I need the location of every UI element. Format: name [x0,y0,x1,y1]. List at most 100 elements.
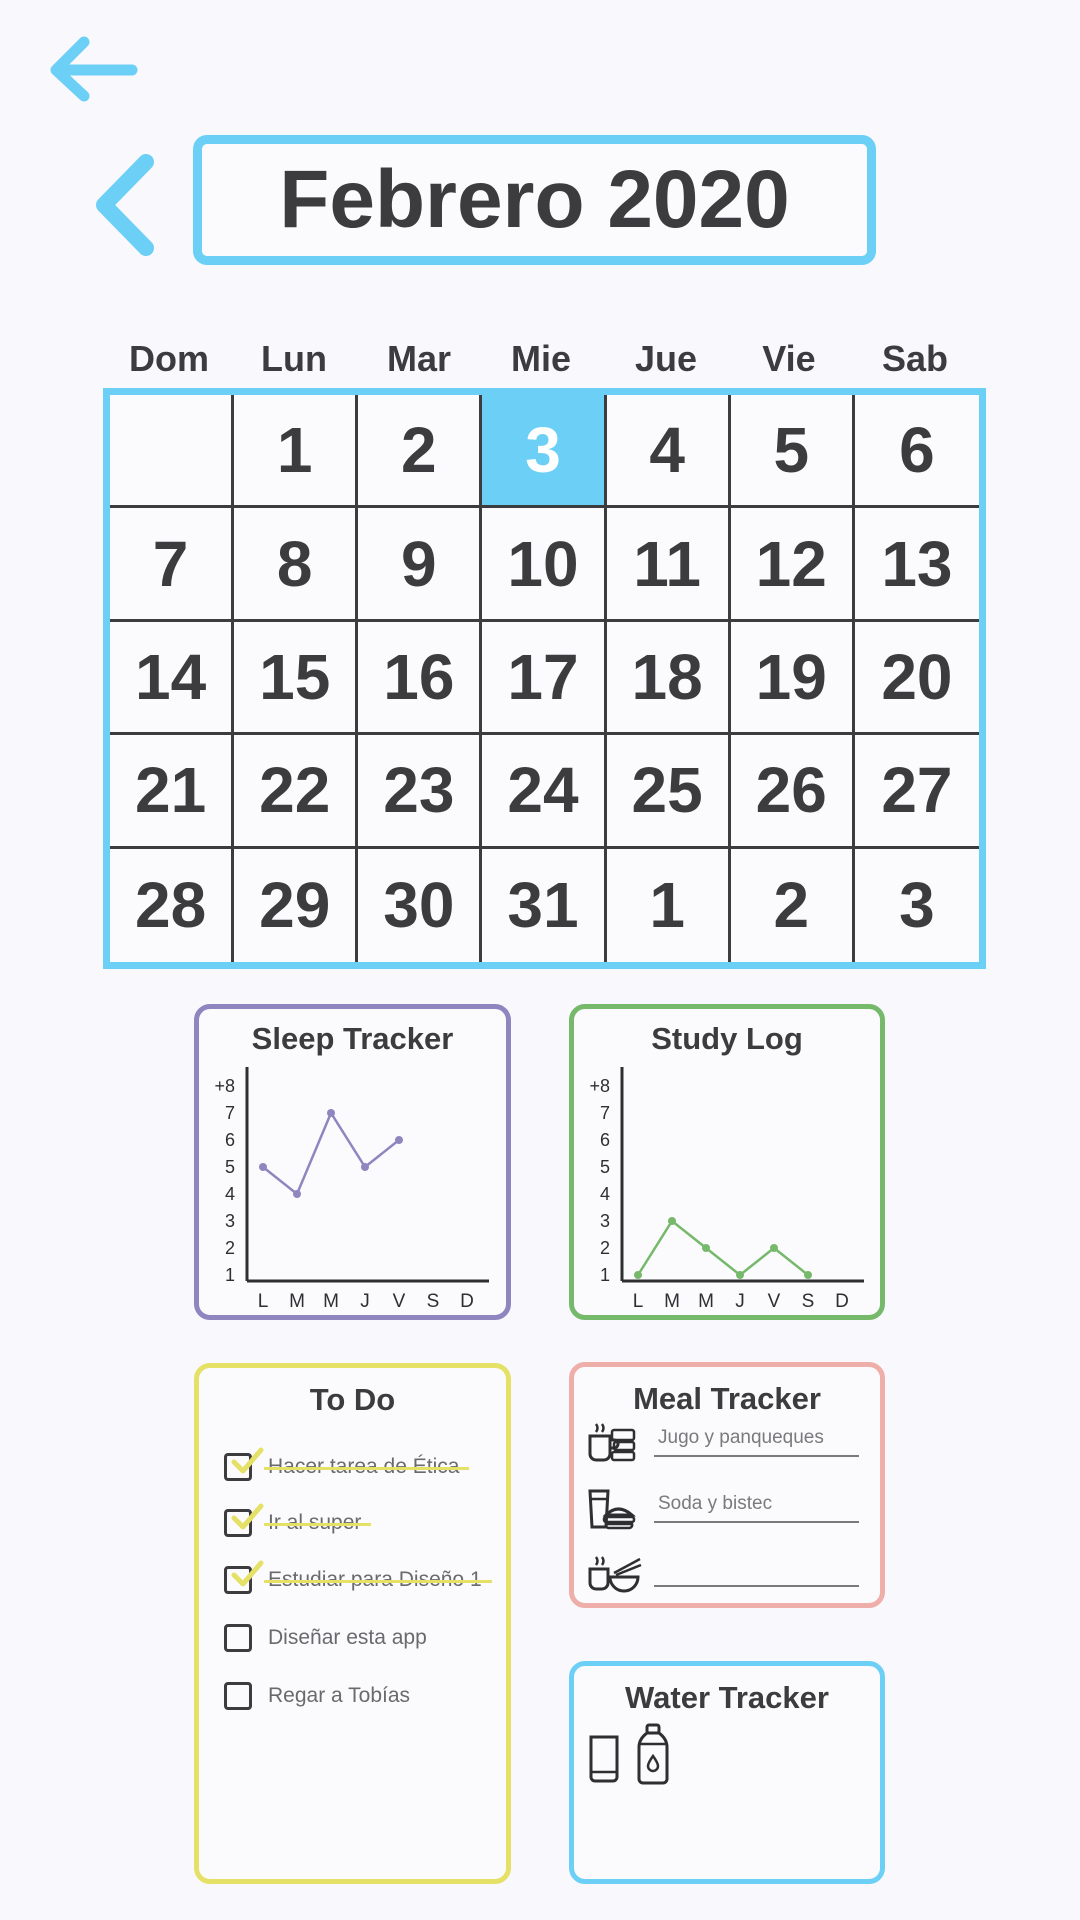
month-title: Febrero 2020 [279,154,790,245]
day-cell-selected[interactable]: 3 [482,395,607,509]
chevron-left-icon [96,154,154,256]
day-cell[interactable]: 11 [606,508,731,622]
day-cell[interactable]: 4 [606,395,731,509]
day-cell[interactable]: 21 [110,735,235,849]
calendar-grid: 1 2 3 4 5 6 7 8 9 10 11 12 13 14 15 16 1… [103,388,986,969]
checkbox-checked[interactable] [224,1447,264,1481]
day-cell[interactable]: 10 [482,508,607,622]
lunch-icon [588,1489,636,1530]
checkmark-icon [231,1560,264,1587]
day-cell[interactable]: 29 [234,848,359,962]
checkmark-icon [231,1503,264,1530]
back-arrow-icon [50,36,138,102]
day-cell[interactable]: 8 [234,508,359,622]
sleep-chart-data-point [293,1190,301,1198]
day-cell[interactable]: 13 [854,508,979,622]
previous-month-button[interactable] [92,150,162,260]
sleep-chart-y-tick-label: 2 [225,1238,235,1258]
sleep-chart-data-point [395,1136,403,1144]
checkmark-icon [231,1447,264,1474]
day-cell[interactable]: 17 [482,621,607,736]
dinner-icon [588,1556,642,1593]
day-cell[interactable]: 16 [358,621,483,736]
sleep-chart-x-tick-label: L [258,1291,269,1312]
month-title-box: Febrero 2020 [193,135,876,265]
todo-card: To Do Hacer tarea de Ética Ir al super E… [194,1363,511,1884]
todo-item[interactable]: Estudiar para Diseño 1 [224,1560,492,1597]
checkbox-unchecked[interactable] [224,1624,252,1652]
day-cell[interactable]: 20 [854,622,979,736]
back-button[interactable] [44,34,140,104]
study-chart-data-point [770,1244,778,1252]
day-cell[interactable]: 9 [358,508,483,622]
day-cell-empty [110,395,235,509]
day-cell[interactable]: 1 [234,395,359,509]
todo-item-label: Regar a Tobías [268,1684,411,1707]
sleep-chart-y-tick-label: 7 [225,1103,235,1123]
meal-tracker-title: Meal Tracker [633,1381,821,1416]
bottle-icon[interactable] [636,1722,670,1786]
study-chart-x-tick-label: M [664,1291,680,1312]
water-tracker-title: Water Tracker [625,1680,829,1715]
study-log-card[interactable]: Study Log 1 2 3 4 5 6 7 +8 L M M J V S D [569,1004,885,1320]
todo-item-label: Estudiar para Diseño 1 [264,1568,492,1591]
breakfast-input[interactable]: Jugo y panqueques [654,1427,859,1457]
day-cell[interactable]: 24 [482,735,607,849]
day-cell[interactable]: 27 [854,735,979,849]
glass-icon[interactable] [588,1734,620,1784]
day-cell[interactable]: 14 [110,621,235,736]
sleep-chart-y-tick-label: 5 [225,1157,235,1177]
day-cell[interactable]: 5 [730,395,855,509]
todo-item[interactable]: Regar a Tobías [224,1679,410,1713]
breakfast-icon [588,1423,636,1462]
todo-item[interactable]: Ir al super [224,1503,372,1540]
study-chart-data-point [668,1217,676,1225]
study-chart-y-tick-label: 5 [600,1157,610,1177]
sleep-chart-series-line [262,1110,400,1197]
checkbox-checked[interactable] [224,1503,264,1537]
todo-title: To Do [309,1382,396,1417]
study-chart-y-tick-label: 2 [600,1238,610,1258]
study-chart-series-line [636,1219,809,1277]
sleep-tracker-card[interactable]: Sleep Tracker 1 2 3 4 5 6 7 +8 L M M J V S D [194,1004,511,1320]
day-cell-next-month[interactable]: 2 [731,848,855,962]
lunch-input[interactable]: Soda y bistec [654,1493,859,1523]
weekday-label: Dom [129,338,209,379]
checkbox-checked[interactable] [224,1560,264,1594]
study-chart-y-tick-label: 3 [600,1211,610,1231]
day-cell[interactable]: 7 [110,508,235,622]
sleep-chart-data-point [361,1163,369,1171]
dinner-input[interactable] [654,1557,859,1587]
day-cell[interactable]: 26 [730,735,855,849]
day-cell[interactable]: 31 [482,848,607,962]
day-cell[interactable]: 23 [358,735,483,849]
day-cell[interactable]: 6 [854,395,979,509]
day-cell-next-month[interactable]: 1 [607,848,731,962]
study-chart-x-tick-label: L [633,1291,644,1312]
sleep-chart-x-tick-label: J [360,1291,370,1312]
study-chart-x-tick-label: D [835,1291,849,1312]
todo-item[interactable]: Hacer tarea de Ética [224,1447,470,1484]
todo-item-label: Hacer tarea de Ética [263,1455,470,1478]
todo-item-label: Ir al super [263,1511,372,1534]
day-cell[interactable]: 30 [358,848,483,962]
checkbox-unchecked[interactable] [224,1682,252,1710]
day-cell[interactable]: 25 [606,735,731,849]
todo-item-label: Diseñar esta app [268,1626,427,1649]
day-cell-next-month[interactable]: 3 [855,849,979,962]
day-cell[interactable]: 18 [606,621,731,736]
day-cell[interactable]: 22 [234,735,359,849]
study-chart-data-point [702,1244,710,1252]
day-cell[interactable]: 2 [358,395,483,509]
sleep-chart-y-tick-label: +8 [214,1076,235,1096]
study-chart-data-point [804,1271,812,1279]
day-cell[interactable]: 19 [730,621,855,736]
study-chart-x-tick-label: J [735,1291,745,1312]
day-cell[interactable]: 15 [234,621,359,736]
sleep-chart-y-tick-label: 6 [225,1130,235,1150]
day-cell[interactable]: 28 [110,848,235,962]
sleep-chart-x-tick-label: S [427,1291,440,1312]
todo-item[interactable]: Diseñar esta app [224,1621,427,1655]
weekday-label: Sab [881,338,949,379]
day-cell[interactable]: 12 [730,508,855,622]
